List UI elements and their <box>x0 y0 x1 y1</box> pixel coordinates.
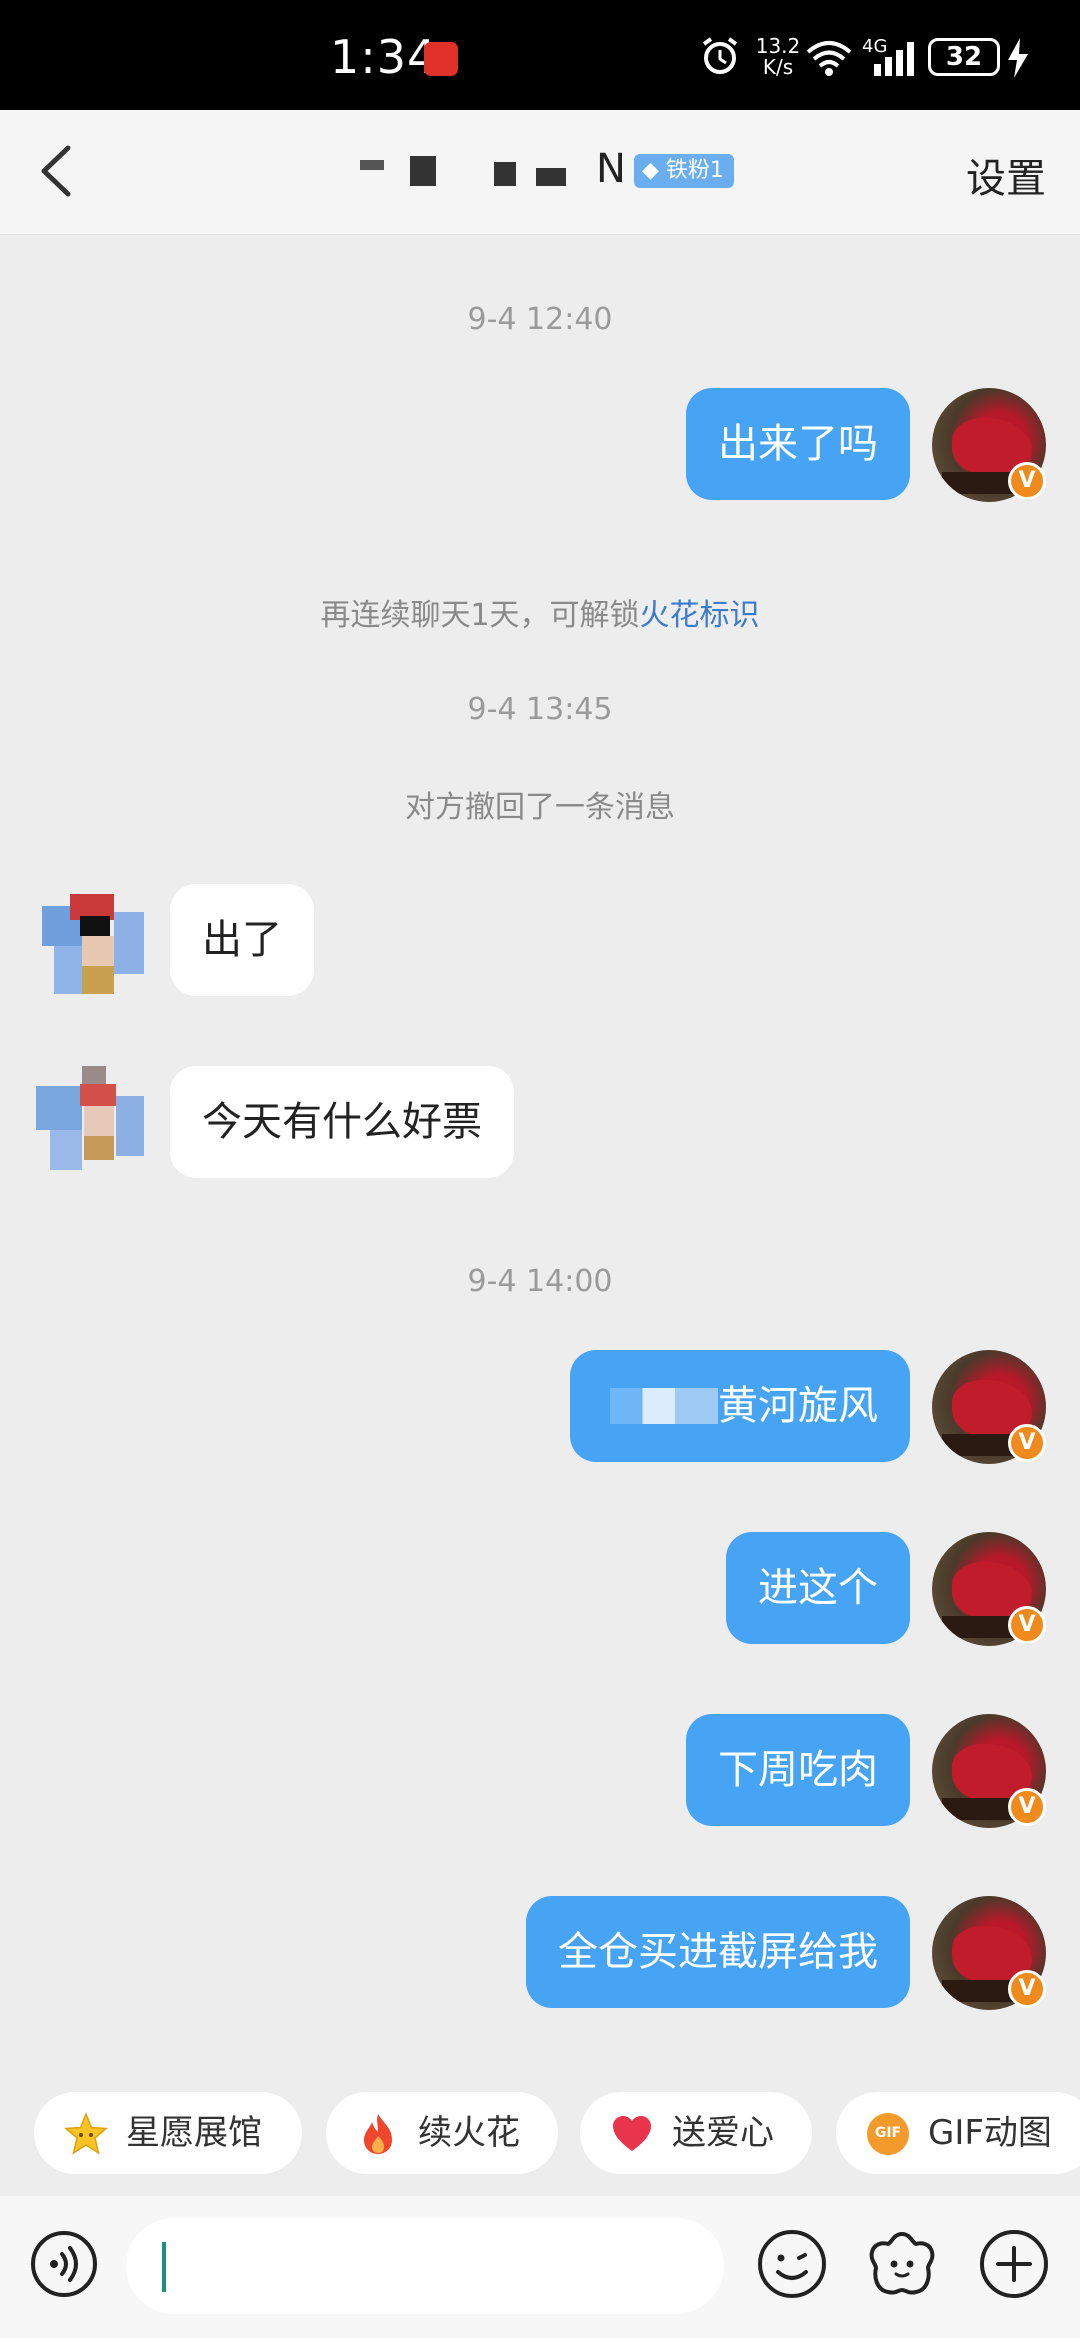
pixel <box>82 1066 106 1084</box>
timestamp: 9-4 12:40 <box>467 302 613 337</box>
chip-label: 星愿展馆 <box>126 2113 262 2153</box>
fire-icon <box>364 2114 392 2154</box>
fan-level-label: 铁粉1 <box>665 158 724 183</box>
add-more-icon[interactable] <box>978 2228 1050 2300</box>
redacted-name-block <box>360 160 384 170</box>
network-speed-unit: K/s <box>762 55 794 79</box>
network-speed-value: 13.2 <box>755 34 801 58</box>
pixel <box>84 1106 114 1136</box>
status-time: 1:34 <box>330 30 438 84</box>
pixel <box>84 1136 114 1160</box>
emoji-icon[interactable] <box>756 2228 828 2300</box>
notification-app-icon <box>424 42 458 76</box>
status-bar: 1:34 13.2 K/s 4G 32 <box>0 0 1080 110</box>
timestamp: 9-4 13:45 <box>467 692 613 727</box>
message-outgoing[interactable]: 黄河旋风 <box>570 1350 910 1462</box>
voice-input-icon[interactable] <box>30 2230 98 2298</box>
quick-actions-bar: 星愿展馆 续火花 送爱心 GIF GIF动图 <box>0 2092 1080 2178</box>
pixel <box>36 1086 82 1130</box>
charging-icon <box>1008 38 1028 78</box>
message-text-field[interactable] <box>126 2218 724 2314</box>
gif-icon-text: GIF <box>874 2125 902 2141</box>
message-text: 黄河旋风 <box>718 1383 878 1429</box>
star-icon <box>64 2112 108 2155</box>
chat-header: N ◆ 铁粉1 设置 <box>0 110 1080 235</box>
pixel <box>116 1096 144 1156</box>
redacted-prefix <box>610 1388 718 1424</box>
pixel <box>82 936 116 966</box>
sticker-icon[interactable] <box>866 2228 938 2300</box>
message-incoming[interactable]: 今天有什么好票 <box>170 1066 514 1178</box>
network-speed: 13.2 K/s <box>752 36 804 78</box>
pixel <box>82 966 114 994</box>
pixel <box>80 1084 116 1106</box>
verified-badge: V <box>1008 1970 1046 2008</box>
chip-continue-spark[interactable]: 续火花 <box>326 2092 558 2174</box>
message-outgoing[interactable]: 全仓买进截屏给我 <box>526 1896 910 2008</box>
diamond-icon: ◆ <box>642 158 659 183</box>
spark-badge-link[interactable]: 火花标识 <box>640 598 760 633</box>
redacted-name-block <box>494 162 516 186</box>
signal-icon <box>874 42 914 76</box>
message-outgoing[interactable]: 出来了吗 <box>686 388 910 500</box>
chip-gif[interactable]: GIF GIF动图 <box>836 2092 1080 2174</box>
text-cursor <box>162 2242 166 2292</box>
fan-level-badge: ◆ 铁粉1 <box>634 154 734 188</box>
contact-name-visible: N <box>596 146 626 192</box>
chip-send-love[interactable]: 送爱心 <box>580 2092 812 2174</box>
pixel <box>54 946 82 994</box>
alarm-icon <box>702 37 738 74</box>
pixel <box>50 1130 82 1170</box>
heart-icon <box>613 2116 651 2151</box>
pixel <box>114 912 144 974</box>
chip-label: 送爱心 <box>672 2113 774 2153</box>
system-notice-spark: 再连续聊天1天，可解锁火花标识 <box>0 590 1080 634</box>
system-notice-text: 再连续聊天1天，可解锁 <box>320 598 640 633</box>
redacted-name-block <box>410 156 436 186</box>
contact-name[interactable]: N <box>360 146 630 202</box>
back-arrow-icon[interactable] <box>30 138 90 204</box>
verified-badge: V <box>1008 1788 1046 1826</box>
message-input-bar <box>0 2196 1080 2338</box>
peer-avatar[interactable] <box>30 1066 150 1180</box>
redacted-name-block <box>536 168 566 186</box>
pixel <box>80 916 110 936</box>
message-outgoing[interactable]: 下周吃肉 <box>686 1714 910 1826</box>
wifi-icon <box>806 41 852 76</box>
verified-badge: V <box>1008 462 1046 500</box>
message-incoming[interactable]: 出了 <box>170 884 314 996</box>
system-notice-recall: 对方撤回了一条消息 <box>405 790 675 825</box>
battery-level: 32 <box>928 38 1000 76</box>
chip-label: 续火花 <box>418 2113 520 2153</box>
chip-wish-gallery[interactable]: 星愿展馆 <box>34 2092 302 2174</box>
message-outgoing[interactable]: 进这个 <box>726 1532 910 1644</box>
verified-badge: V <box>1008 1606 1046 1644</box>
peer-avatar[interactable] <box>30 890 150 1004</box>
chip-label: GIF动图 <box>928 2113 1052 2153</box>
settings-button[interactable]: 设置 <box>966 146 1046 204</box>
timestamp: 9-4 14:00 <box>467 1264 613 1299</box>
verified-badge: V <box>1008 1424 1046 1462</box>
